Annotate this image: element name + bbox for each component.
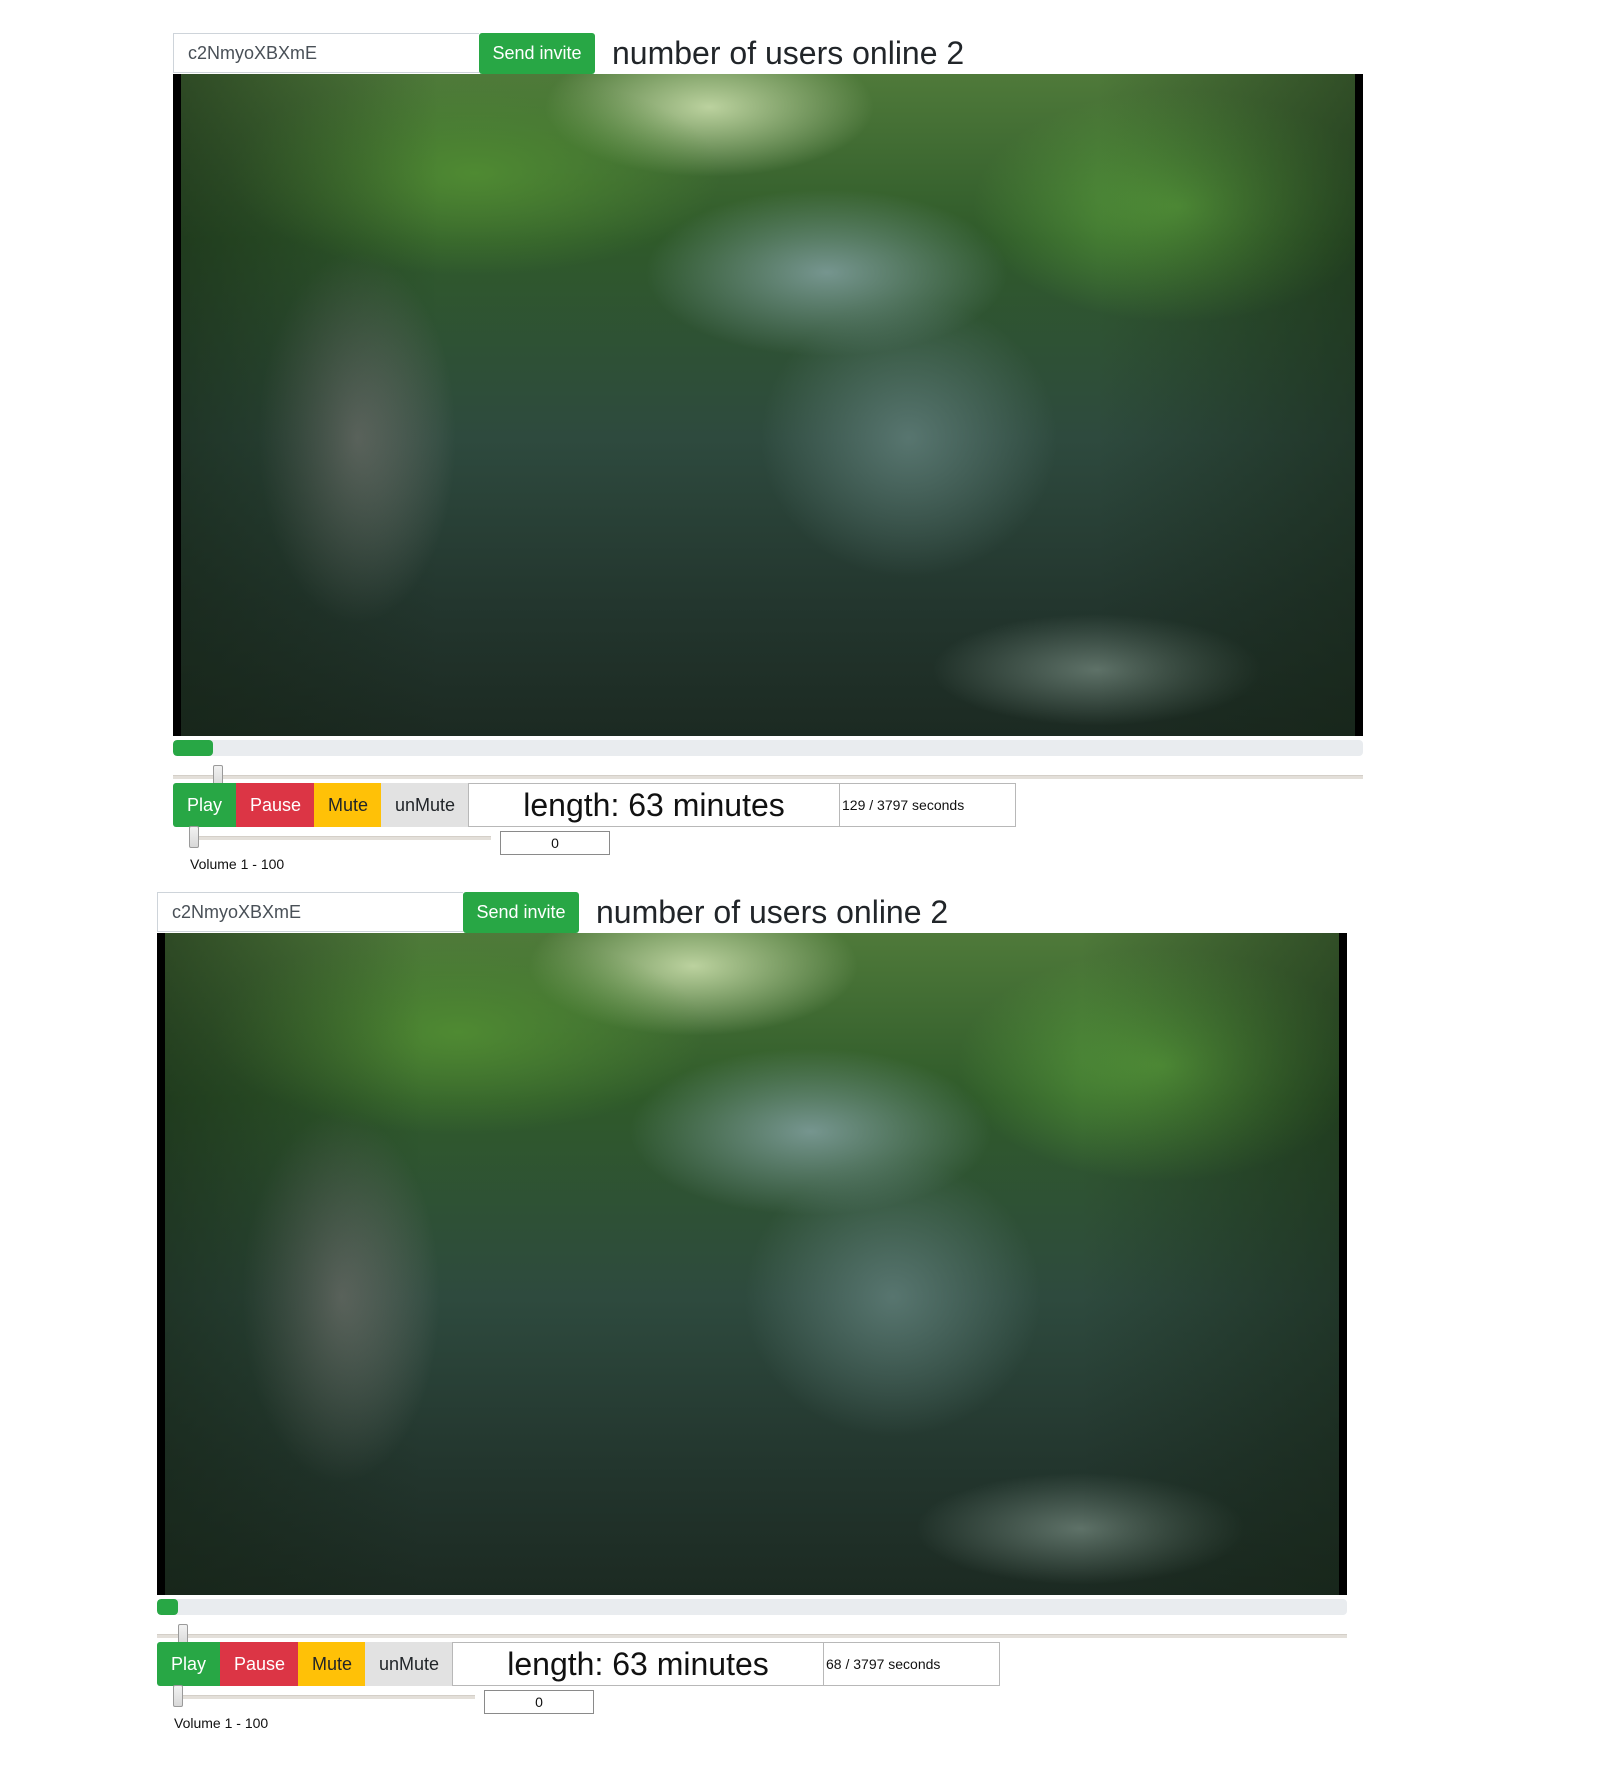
volume-slider[interactable] — [173, 1685, 475, 1709]
mute-button[interactable]: Mute — [314, 783, 381, 827]
invite-row: Send invite number of users online 2 — [173, 33, 1363, 75]
seek-track — [173, 775, 1363, 779]
invite-code-input[interactable] — [173, 33, 479, 73]
volume-track — [173, 1695, 475, 1699]
unmute-button[interactable]: unMute — [381, 783, 468, 827]
control-bar: Play Pause Mute unMute length: 63 minute… — [157, 1642, 1000, 1686]
mute-button[interactable]: Mute — [298, 1642, 365, 1686]
volume-number-input[interactable] — [484, 1690, 594, 1714]
volume-label: Volume 1 - 100 — [190, 856, 285, 872]
seek-track — [157, 1634, 1347, 1638]
time-display: 68 / 3797 seconds — [824, 1642, 1000, 1686]
video-player-2: Send invite number of users online 2 Pla… — [157, 892, 1347, 1731]
video-frame-forest-stream — [181, 74, 1355, 736]
video-area[interactable] — [157, 933, 1347, 1595]
control-bar: Play Pause Mute unMute length: 63 minute… — [173, 783, 1016, 827]
page: Send invite number of users online 2 Pla… — [0, 0, 1600, 1777]
unmute-button[interactable]: unMute — [365, 1642, 452, 1686]
invite-row: Send invite number of users online 2 — [157, 892, 1347, 934]
length-display: length: 63 minutes — [468, 783, 840, 827]
video-area[interactable] — [173, 74, 1363, 736]
pause-button[interactable]: Pause — [220, 1642, 298, 1686]
volume-slider[interactable] — [189, 826, 491, 850]
volume-thumb[interactable] — [189, 826, 199, 848]
progress-fill — [157, 1599, 179, 1615]
play-button[interactable]: Play — [157, 1642, 220, 1686]
pause-button[interactable]: Pause — [236, 783, 314, 827]
progress-fill — [173, 740, 214, 756]
users-online-text: number of users online 2 — [612, 35, 965, 71]
volume-label: Volume 1 - 100 — [174, 1715, 269, 1731]
users-online-text: number of users online 2 — [596, 894, 949, 930]
send-invite-button[interactable]: Send invite — [463, 892, 579, 933]
volume-thumb[interactable] — [173, 1685, 183, 1707]
length-display: length: 63 minutes — [452, 1642, 824, 1686]
volume-number-input[interactable] — [500, 831, 610, 855]
time-display: 129 / 3797 seconds — [840, 783, 1016, 827]
volume-track — [189, 836, 491, 840]
send-invite-button[interactable]: Send invite — [479, 33, 595, 74]
play-button[interactable]: Play — [173, 783, 236, 827]
invite-code-input[interactable] — [157, 892, 463, 932]
video-frame-forest-stream — [165, 933, 1339, 1595]
video-player-1: Send invite number of users online 2 Pla… — [173, 33, 1363, 872]
progress-bar — [173, 740, 1363, 756]
progress-bar — [157, 1599, 1347, 1615]
